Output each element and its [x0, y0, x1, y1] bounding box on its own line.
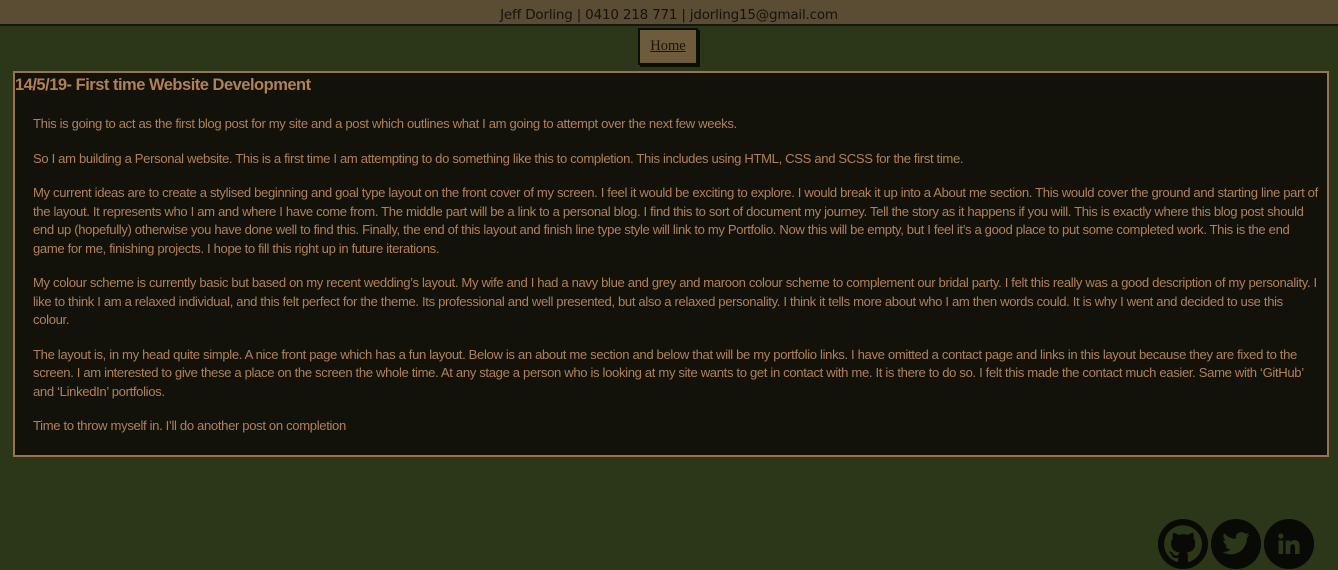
linkedin-link[interactable] [1264, 519, 1314, 569]
nav-home-box[interactable]: Home [638, 28, 698, 65]
twitter-icon [1221, 529, 1251, 559]
post-paragraph: So I am building a Personal website. Thi… [33, 150, 964, 166]
post-paragraph: Time to throw myself in. I’ll do another… [33, 418, 346, 433]
blog-post: 14/5/19- First time Website Development … [13, 71, 1329, 457]
post-paragraph: My colour scheme is currently basic but … [33, 275, 1317, 327]
social-links [1158, 519, 1314, 569]
github-icon [1162, 523, 1204, 565]
post-paragraph: My current ideas are to create a stylise… [33, 185, 1318, 256]
post-paragraph: The layout is, in my head quite simple. … [33, 346, 1304, 399]
twitter-link[interactable] [1211, 519, 1261, 569]
top-header-bar: Jeff Dorling | 0410 218 771 | jdorling15… [0, 0, 1338, 26]
contact-info: Jeff Dorling | 0410 218 771 | jdorling15… [500, 7, 838, 23]
post-body: This is going to act as the first blog p… [33, 115, 1319, 452]
github-link[interactable] [1158, 519, 1208, 569]
linkedin-icon [1277, 532, 1301, 556]
home-link[interactable]: Home [650, 38, 685, 55]
post-paragraph: This is going to act as the first blog p… [33, 116, 737, 131]
post-title: 14/5/19- First time Website Development [15, 76, 311, 94]
